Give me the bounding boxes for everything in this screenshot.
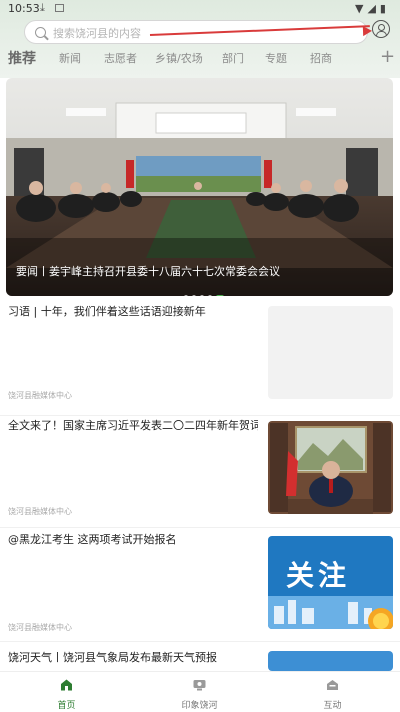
nav-label: 首页 — [57, 701, 76, 711]
carousel-dot — [192, 295, 196, 296]
president-portrait-image — [268, 421, 393, 514]
news-thumbnail — [268, 421, 393, 514]
signal-battery-icon: ▼◢▮ — [355, 2, 390, 15]
status-time: 10:53 — [8, 2, 40, 15]
banner-caption: 要闻丨姜宇峰主持召开县委十八届六十七次常委会会议 — [16, 265, 280, 278]
news-thumbnail — [268, 651, 393, 671]
search-icon — [35, 27, 46, 38]
tab-news[interactable]: 新闻 — [59, 50, 81, 66]
tab-recommend[interactable]: 推荐 — [8, 48, 36, 68]
news-source: 饶河县融媒体中心 — [8, 623, 72, 632]
nav-label: 印象饶河 — [181, 701, 218, 711]
add-tab-button[interactable]: + — [380, 46, 395, 67]
tab-township[interactable]: 乡镇/农场 — [155, 50, 203, 66]
carousel-indicator — [184, 284, 228, 296]
annotation-arrow-head — [362, 25, 373, 37]
interaction-icon — [327, 680, 338, 690]
carousel-dot — [208, 295, 212, 296]
news-thumbnail — [268, 306, 393, 399]
tab-investment[interactable]: 招商 — [310, 50, 332, 66]
news-source: 饶河县融媒体中心 — [8, 391, 72, 400]
news-title: @黑龙江考生 这两项考试开始报名 — [8, 533, 177, 546]
headline-banner[interactable]: 要闻丨姜宇峰主持召开县委十八届六十七次常委会会议 — [6, 78, 393, 296]
attention-poster-text: 关注 — [286, 559, 351, 592]
status-bar: 10:53 ⤓ ▼◢▮ — [0, 0, 400, 18]
news-title: 饶河天气丨饶河县气象局发布最新天气预报 — [8, 651, 217, 664]
nav-interaction[interactable]: 互动 — [266, 672, 399, 712]
carousel-dot — [184, 295, 188, 296]
home-icon — [61, 679, 72, 691]
carousel-dot — [200, 295, 204, 296]
news-source: 饶河县融媒体中心 — [8, 507, 72, 516]
news-thumbnail: 关注 — [268, 536, 393, 629]
news-title: 习语 | 十年，我们伴着这些话语迎接新年 — [8, 305, 206, 318]
nav-label: 互动 — [323, 701, 342, 711]
nav-impression[interactable]: 印象饶河 — [133, 672, 266, 712]
carousel-dot-active — [216, 295, 224, 296]
search-placeholder: 搜索饶河县的内容 — [53, 27, 141, 40]
impression-icon — [193, 680, 206, 691]
download-icon: ⤓ — [40, 1, 45, 14]
app-header: 10:53 ⤓ ▼◢▮ 搜索饶河县的内容 推荐 新闻 志愿者 乡镇/农场 部门 … — [0, 0, 400, 78]
news-item[interactable]: 习语 | 十年，我们伴着这些话语迎接新年 饶河县融媒体中心 — [0, 304, 400, 416]
tab-volunteer[interactable]: 志愿者 — [104, 50, 137, 66]
category-tabs: 推荐 新闻 志愿者 乡镇/农场 部门 专题 招商 + — [0, 46, 400, 70]
tab-topic[interactable]: 专题 — [265, 50, 287, 66]
nav-home[interactable]: 首页 — [0, 672, 133, 712]
tab-department[interactable]: 部门 — [222, 50, 244, 66]
profile-icon[interactable] — [372, 20, 390, 38]
news-title: 全文来了！国家主席习近平发表二〇二四年新年贺词 — [8, 419, 258, 432]
news-item[interactable]: @黑龙江考生 这两项考试开始报名 饶河县融媒体中心 关注 — [0, 532, 400, 642]
news-item[interactable]: 饶河天气丨饶河县气象局发布最新天气预报 — [0, 646, 400, 671]
news-item[interactable]: 全文来了！国家主席习近平发表二〇二四年新年贺词 饶河县融媒体中心 — [0, 418, 400, 528]
storage-icon — [55, 4, 64, 12]
bottom-navigation: 首页 印象饶河 互动 — [0, 671, 400, 711]
